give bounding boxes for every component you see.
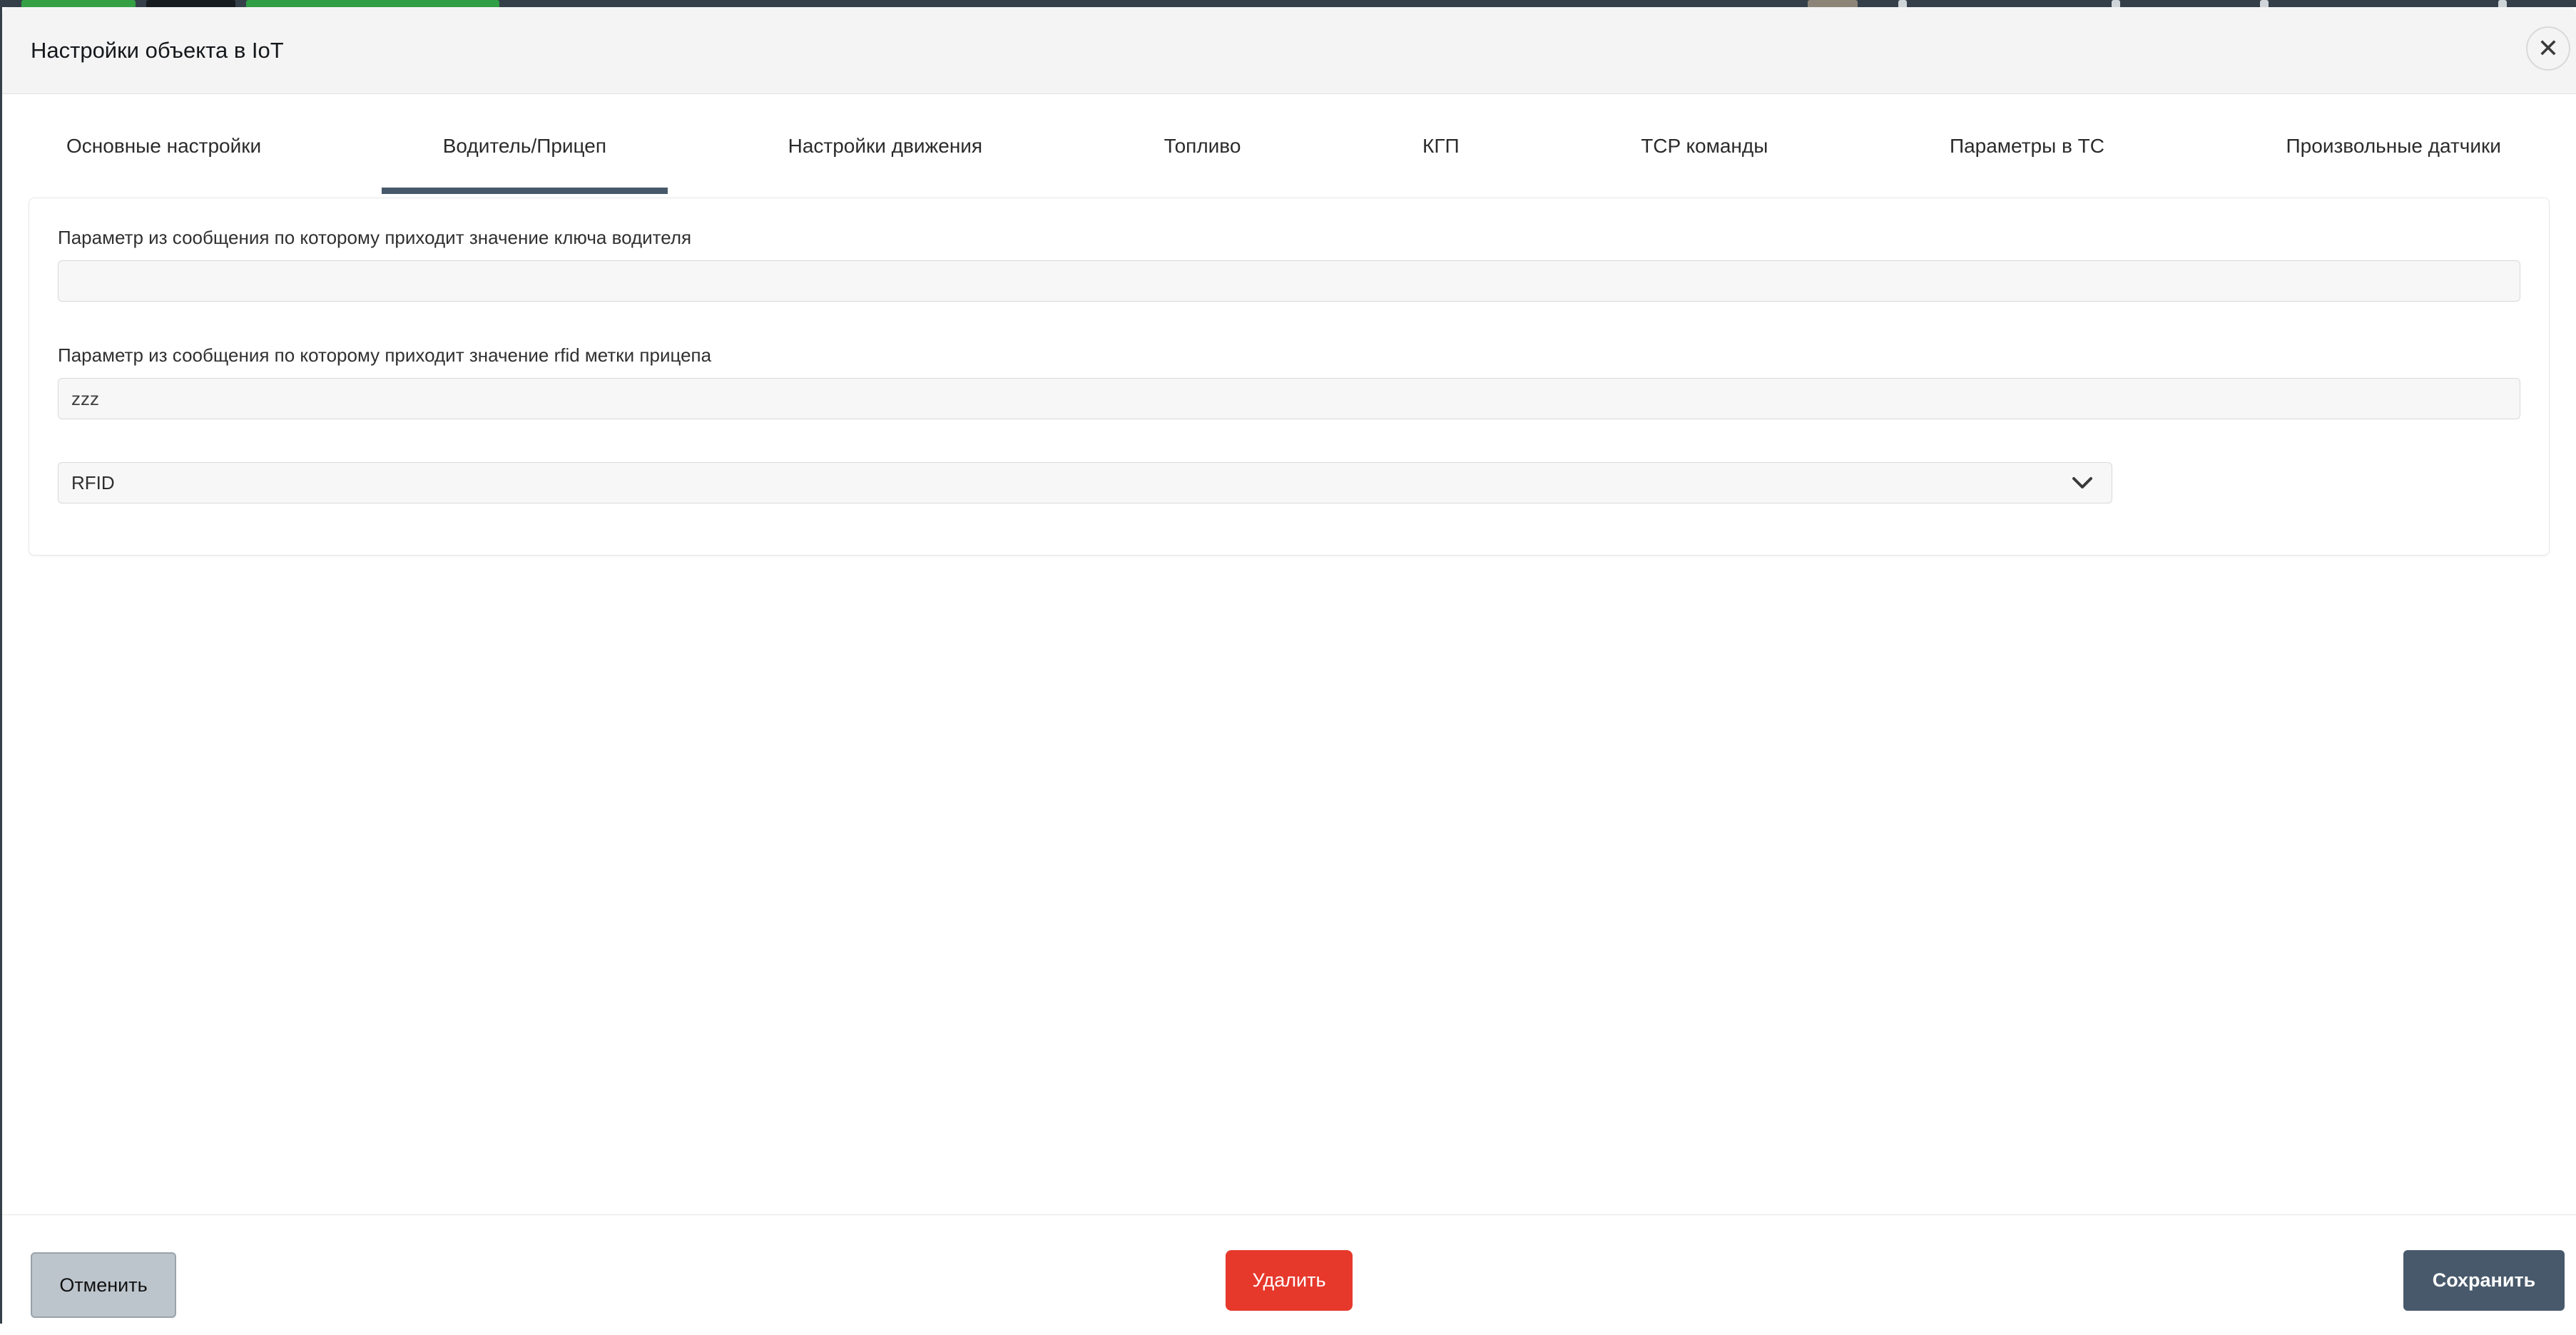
trailer-rfid-param-label: Параметр из сообщения по которому приход… <box>58 344 712 366</box>
save-button[interactable]: Сохранить <box>2403 1250 2565 1311</box>
tab-fuel[interactable]: Топливо <box>1164 98 1241 194</box>
cancel-button[interactable]: Отменить <box>31 1252 176 1318</box>
tab-kgp[interactable]: КГП <box>1422 98 1460 194</box>
tab-tcp-commands[interactable]: TCP команды <box>1641 98 1768 194</box>
close-icon[interactable]: ✕ <box>2526 26 2570 71</box>
tab-bar: Основные настройки Водитель/Прицеп Настр… <box>2 94 2576 194</box>
trailer-rfid-param-input[interactable] <box>58 378 2520 419</box>
rfid-type-selected-value: RFID <box>71 471 115 493</box>
tab-movement-settings[interactable]: Настройки движения <box>788 98 983 194</box>
dialog-title: Настройки объекта в IoT <box>31 37 284 63</box>
tab-custom-sensors[interactable]: Произвольные датчики <box>2286 98 2501 194</box>
background-toolbar-dot <box>2112 0 2120 7</box>
tab-vehicle-params[interactable]: Параметры в ТС <box>1950 98 2104 194</box>
iot-settings-dialog: Настройки объекта в IoT ✕ Основные настр… <box>2 7 2576 1335</box>
driver-key-param-label: Параметр из сообщения по которому приход… <box>58 227 692 248</box>
dialog-header: Настройки объекта в IoT <box>2 7 2576 94</box>
background-logo-text-green <box>246 0 499 7</box>
delete-button[interactable]: Удалить <box>1226 1250 1353 1311</box>
background-toolbar-dot <box>2260 0 2269 7</box>
chevron-down-icon <box>2072 477 2092 489</box>
tab-driver-trailer[interactable]: Водитель/Прицеп <box>381 98 668 194</box>
background-page-top-bar <box>0 0 2576 7</box>
driver-key-param-input[interactable] <box>58 260 2520 302</box>
tab-basic-settings[interactable]: Основные настройки <box>66 98 261 194</box>
background-toolbar-dot <box>1898 0 1907 7</box>
rfid-type-select[interactable]: RFID <box>58 462 2112 503</box>
screen: Настройки объекта в IoT ✕ Основные настр… <box>0 0 2576 1335</box>
dialog-footer: Отменить Удалить Сохранить <box>2 1214 2576 1335</box>
background-logo-text <box>146 0 235 7</box>
background-toolbar-item <box>1808 0 1858 7</box>
driver-trailer-panel: Параметр из сообщения по которому приход… <box>29 198 2550 556</box>
background-toolbar-dot <box>2498 0 2507 7</box>
background-logo-icon <box>21 0 136 7</box>
